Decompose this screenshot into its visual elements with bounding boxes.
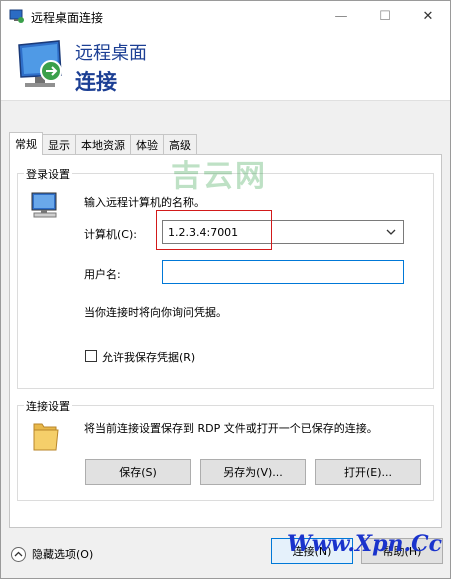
general-tab-panel: 登录设置 输入远程计算机的名称。 计算机(C): 1.2.3.4:7001 用户… xyxy=(9,154,442,528)
save-button[interactable]: 保存(S) xyxy=(85,459,191,485)
rdp-window: 远程桌面连接 — ☐ ✕ 远程桌面 连接 常规 显示 本地资源 体验 高级 登录… xyxy=(0,0,451,579)
instruction-text: 输入远程计算机的名称。 xyxy=(84,196,205,209)
connection-settings-group: 连接设置 将当前连接设置保存到 RDP 文件或打开一个已保存的连接。 保存(S)… xyxy=(17,398,434,501)
remote-desktop-monitor-icon xyxy=(15,39,67,98)
username-input[interactable] xyxy=(162,260,404,284)
computer-value: 1.2.3.4:7001 xyxy=(168,225,239,239)
banner-title-line1: 远程桌面 xyxy=(75,43,147,64)
tab-general[interactable]: 常规 xyxy=(9,132,43,155)
username-label: 用户名: xyxy=(84,268,121,281)
window-title: 远程桌面连接 xyxy=(31,11,104,25)
computer-combobox[interactable]: 1.2.3.4:7001 xyxy=(162,220,404,244)
close-button[interactable]: ✕ xyxy=(406,1,450,31)
hide-options-label: 隐藏选项(O) xyxy=(32,548,94,561)
hide-options-toggle[interactable]: 隐藏选项(O) xyxy=(11,546,93,562)
connection-description: 将当前连接设置保存到 RDP 文件或打开一个已保存的连接。 xyxy=(84,422,378,435)
tab-bar: 常规 显示 本地资源 体验 高级 xyxy=(9,132,197,155)
header-banner: 远程桌面 连接 xyxy=(1,31,450,101)
connection-settings-title: 连接设置 xyxy=(24,398,72,414)
login-settings-title: 登录设置 xyxy=(24,166,72,182)
tab-local-resources[interactable]: 本地资源 xyxy=(75,134,131,155)
folder-icon xyxy=(32,418,60,455)
allow-save-credentials-label: 允许我保存凭据(R) xyxy=(102,351,196,364)
open-button[interactable]: 打开(E)... xyxy=(315,459,421,485)
computer-icon xyxy=(30,190,60,223)
watermark-logo-text: 吉云网 xyxy=(171,159,267,194)
chevron-up-icon[interactable] xyxy=(11,546,26,562)
banner-title-line2: 连接 xyxy=(75,70,117,94)
maximize-button[interactable]: ☐ xyxy=(363,1,407,31)
allow-save-credentials-checkbox[interactable] xyxy=(85,350,97,362)
watermark-url-text: Www.Xpn.Cc xyxy=(287,531,443,557)
computer-label: 计算机(C): xyxy=(84,228,137,241)
remote-desktop-icon xyxy=(9,8,25,27)
tab-experience[interactable]: 体验 xyxy=(130,134,164,155)
title-bar: 远程桌面连接 — ☐ ✕ xyxy=(1,1,450,31)
credentials-prompt-text: 当你连接时将向你询问凭据。 xyxy=(84,306,227,319)
login-settings-group: 登录设置 输入远程计算机的名称。 计算机(C): 1.2.3.4:7001 用户… xyxy=(17,166,434,389)
chevron-down-icon[interactable] xyxy=(386,227,396,240)
tab-display[interactable]: 显示 xyxy=(42,134,76,155)
minimize-button[interactable]: — xyxy=(319,1,363,31)
save-as-button[interactable]: 另存为(V)... xyxy=(200,459,306,485)
